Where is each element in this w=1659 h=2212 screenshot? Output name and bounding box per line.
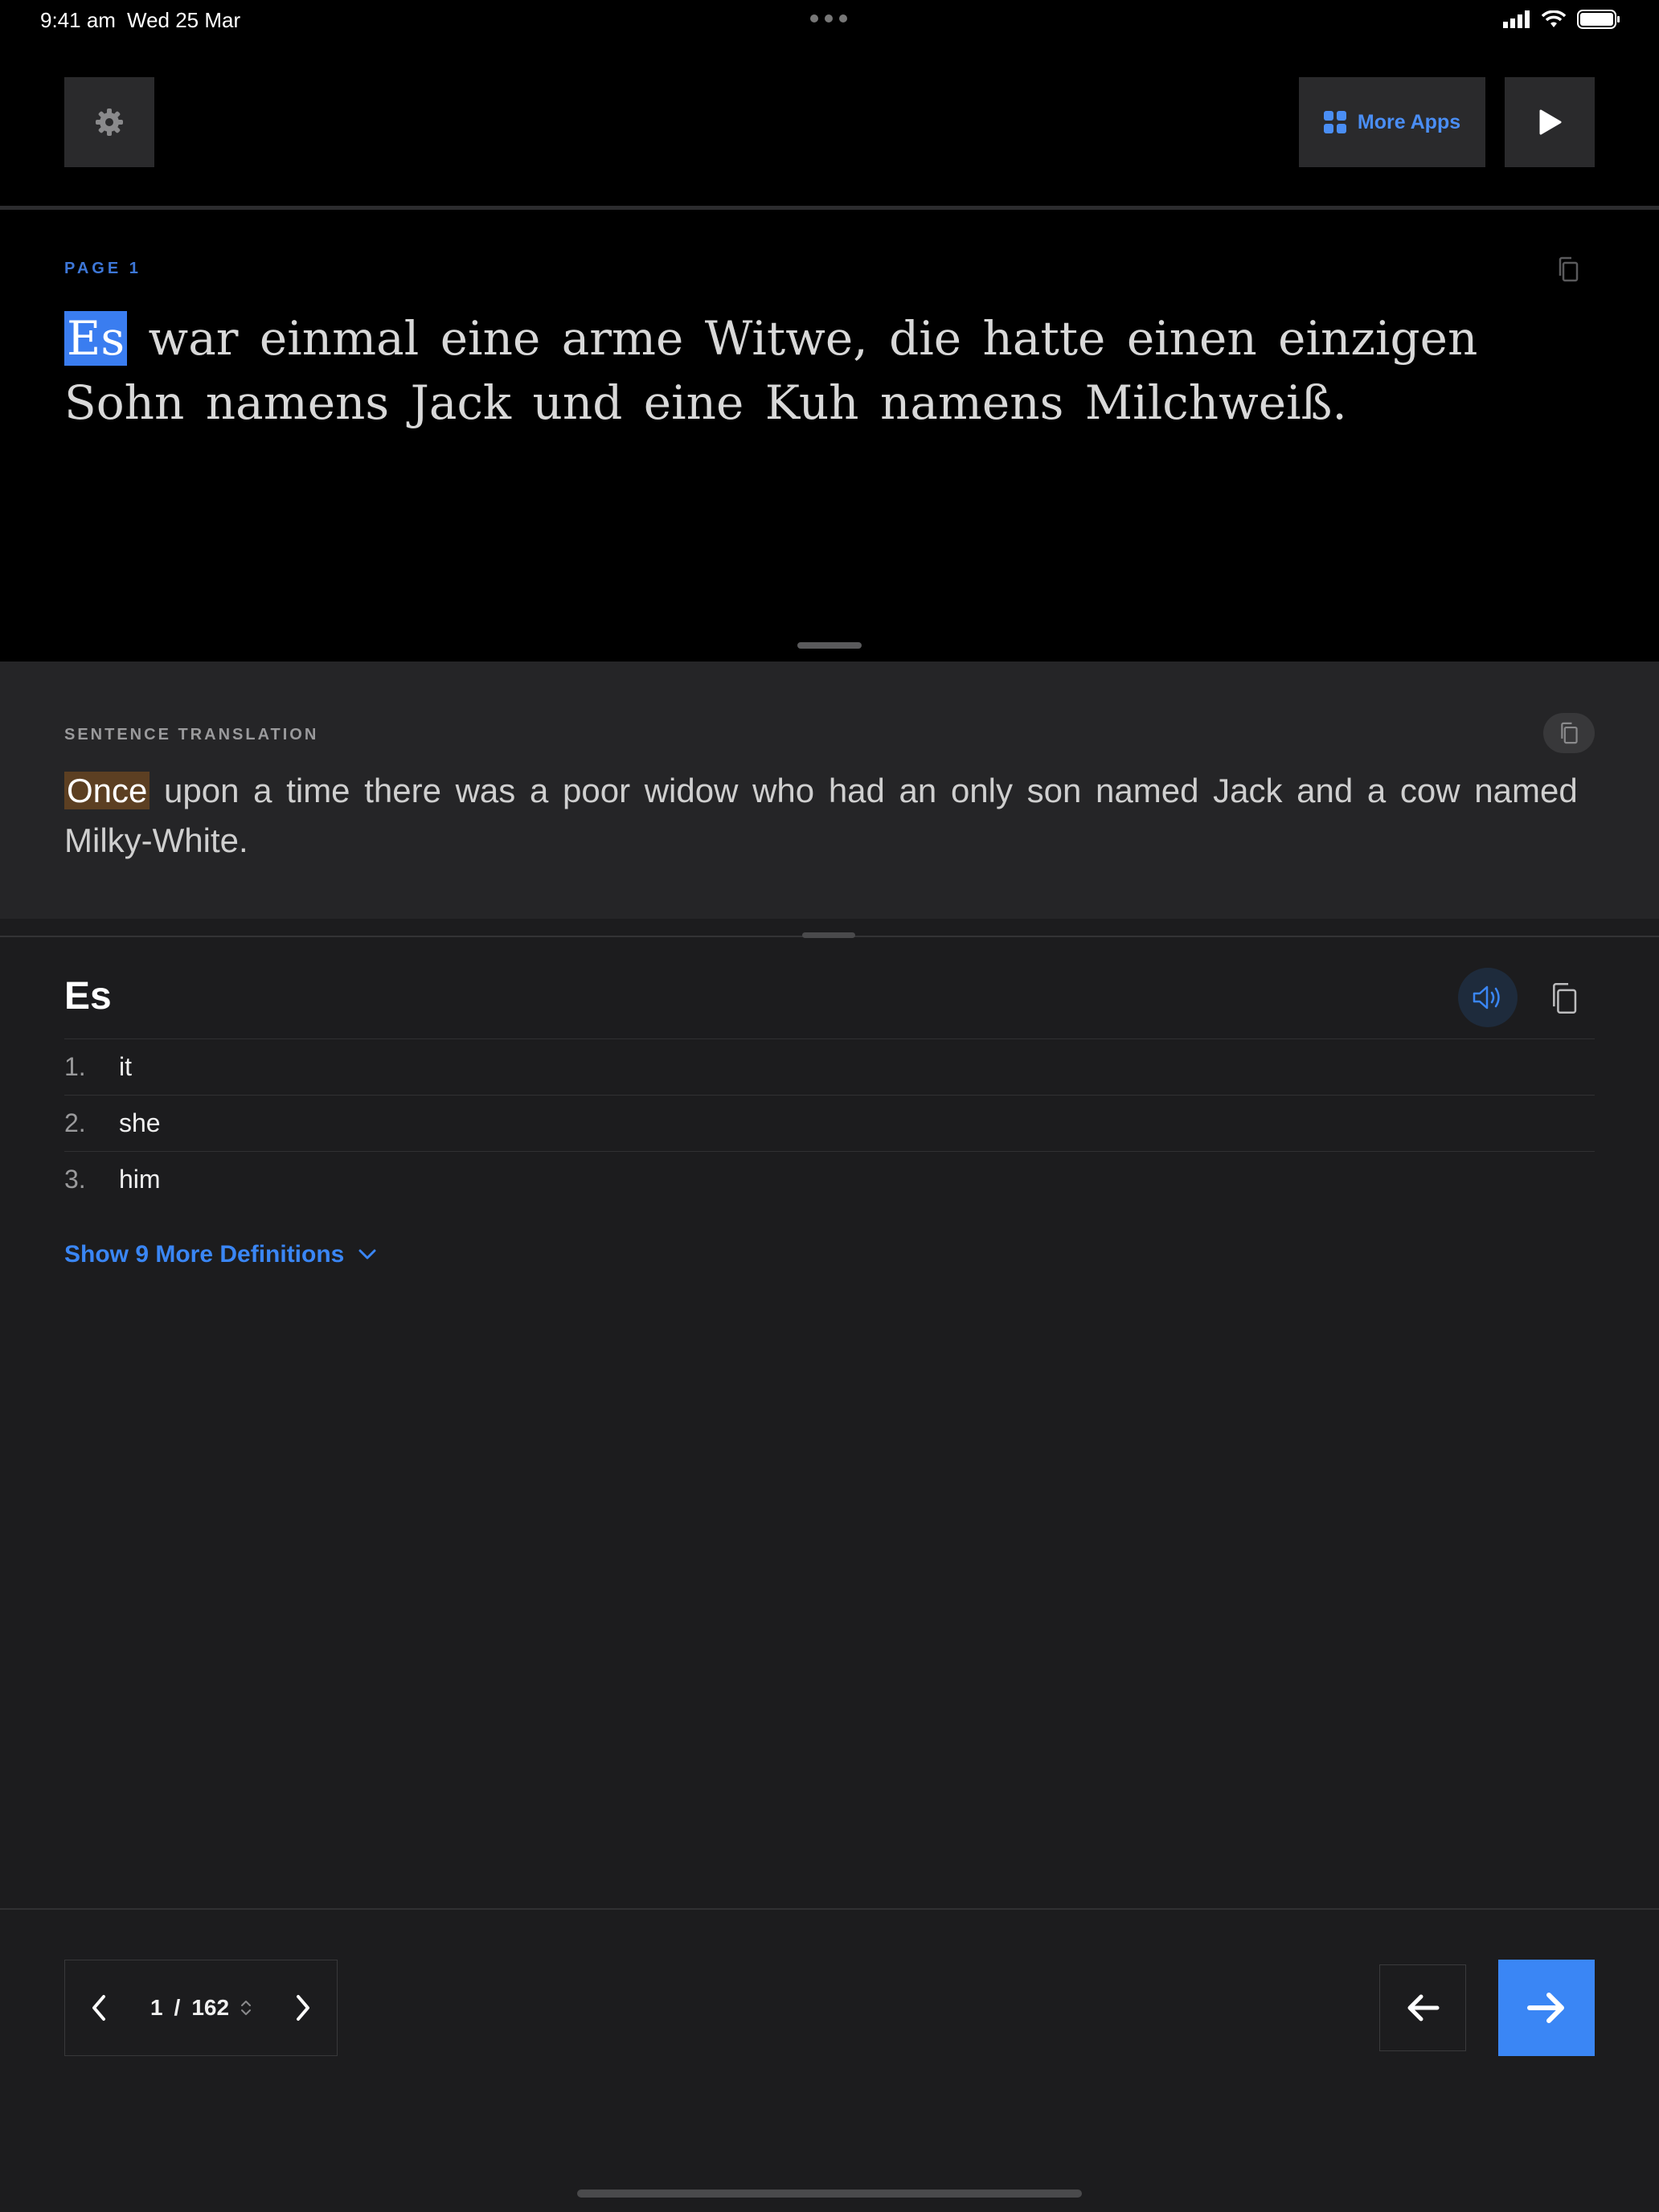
pane-resize-handle[interactable] xyxy=(797,642,862,649)
page-text-body[interactable]: war einmal eine arme Witwe, die hatte ei… xyxy=(64,311,1477,430)
page-separator: / xyxy=(174,1995,181,2020)
copy-translation-button[interactable] xyxy=(1543,713,1595,753)
status-date: Wed 25 Mar xyxy=(127,8,241,32)
bottom-divider xyxy=(0,1908,1659,1910)
stepper-icon xyxy=(241,2001,252,2015)
page-picker: 1 / 162 xyxy=(64,1960,338,2056)
chevron-left-icon[interactable] xyxy=(89,1993,109,2022)
translation-text: Once upon a time there was a poor widow … xyxy=(64,766,1608,866)
definition-text: it xyxy=(119,1052,132,1081)
top-toolbar: More Apps xyxy=(0,40,1659,206)
show-more-definitions-button[interactable]: Show 9 More Definitions xyxy=(64,1241,376,1268)
gear-icon xyxy=(96,109,123,136)
status-time: 9:41 am xyxy=(40,8,116,32)
copy-icon xyxy=(1561,722,1578,744)
arrow-left-icon xyxy=(1407,1994,1440,2022)
home-indicator[interactable] xyxy=(577,2189,1082,2198)
more-apps-button[interactable]: More Apps xyxy=(1299,77,1485,167)
current-page: 1 xyxy=(150,1995,163,2020)
show-more-label: Show 9 More Definitions xyxy=(64,1241,345,1268)
definition-item: 1. it xyxy=(64,1038,1595,1095)
definition-text: she xyxy=(119,1108,161,1137)
chevron-down-icon xyxy=(358,1249,376,1260)
status-indicators xyxy=(1503,10,1620,29)
total-pages: 162 xyxy=(191,1995,230,2020)
page-text: Es war einmal eine arme Witwe, die hatte… xyxy=(64,306,1591,435)
chevron-right-icon[interactable] xyxy=(293,1993,313,2022)
settings-button[interactable] xyxy=(64,77,154,167)
play-icon xyxy=(1539,109,1562,135)
more-apps-label: More Apps xyxy=(1357,110,1461,133)
page-label: PAGE 1 xyxy=(64,260,141,277)
reader-pane: PAGE 1 Es war einmal eine arme Witwe, di… xyxy=(0,210,1659,662)
definition-text: him xyxy=(119,1165,161,1194)
page-indicator[interactable]: 1 / 162 xyxy=(150,1995,252,2021)
copy-definition-button[interactable] xyxy=(1542,976,1587,1021)
definition-number: 1. xyxy=(64,1052,86,1081)
copy-page-button[interactable] xyxy=(1556,256,1580,286)
previous-sentence-button[interactable] xyxy=(1379,1964,1466,2051)
selected-word[interactable]: Es xyxy=(64,311,128,366)
definition-number: 3. xyxy=(64,1165,86,1194)
definition-number: 2. xyxy=(64,1108,86,1137)
translation-pane: SENTENCE TRANSLATION Once upon a time th… xyxy=(0,662,1659,919)
copy-icon xyxy=(1559,256,1579,282)
next-sentence-button[interactable] xyxy=(1498,1960,1595,2056)
play-button[interactable] xyxy=(1505,77,1595,167)
translation-label: SENTENCE TRANSLATION xyxy=(64,726,319,743)
wifi-icon xyxy=(1542,10,1566,27)
cellular-signal-icon xyxy=(1503,10,1530,28)
translation-text-body: upon a time there was a poor widow who h… xyxy=(64,772,1578,859)
definition-list: 1. it 2. she 3. him xyxy=(64,1038,1595,1207)
arrow-right-icon xyxy=(1527,1993,1564,2023)
multitasking-dots-icon[interactable] xyxy=(810,14,847,23)
copy-icon xyxy=(1553,983,1577,1014)
status-bar: 9:41 am Wed 25 Mar xyxy=(0,0,1659,40)
speaker-icon xyxy=(1473,985,1500,1010)
pronounce-button[interactable] xyxy=(1458,968,1518,1027)
definition-resize-handle[interactable] xyxy=(802,932,855,938)
definition-item: 3. him xyxy=(64,1151,1595,1207)
definition-word: Es xyxy=(64,975,112,1018)
grid-icon xyxy=(1323,111,1346,133)
definition-item: 2. she xyxy=(64,1095,1595,1151)
translation-highlighted-word: Once xyxy=(64,772,150,809)
battery-icon xyxy=(1577,10,1620,29)
